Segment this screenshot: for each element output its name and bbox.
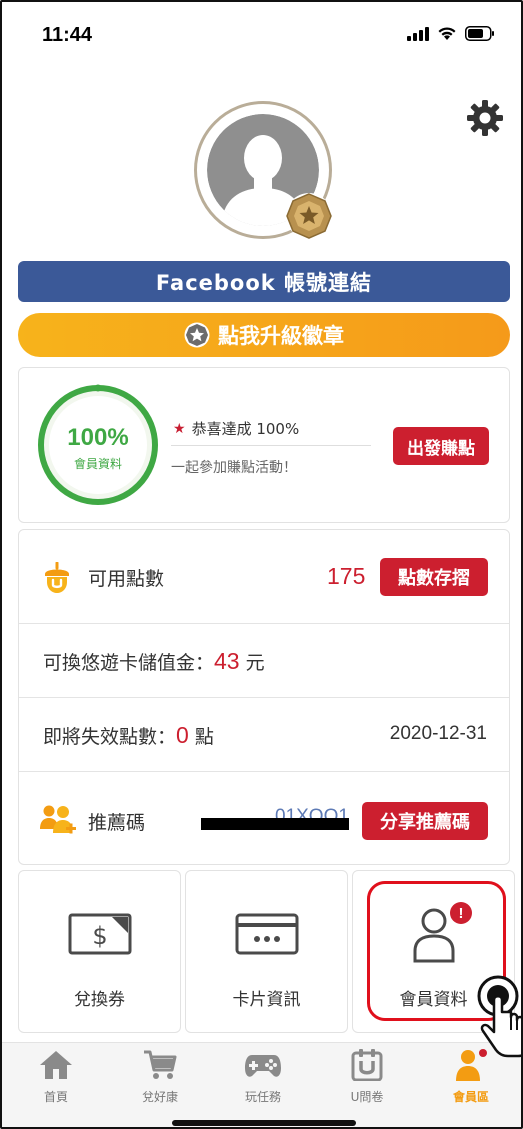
voucher-icon: $	[68, 913, 131, 955]
settings-gear-icon[interactable]	[466, 99, 504, 137]
referral-row: 推薦碼 01XQQ1 分享推薦碼	[19, 772, 509, 866]
points-passbook-button[interactable]: 點數存摺	[380, 558, 488, 596]
facebook-link-button[interactable]: Facebook 帳號連結	[18, 261, 510, 302]
badge-star-icon	[184, 322, 210, 348]
available-points-row: 可用點數 175 點數存摺	[19, 530, 509, 624]
tab-home-label: 首頁	[43, 1090, 68, 1104]
tab-redeem[interactable]: 兌好康	[110, 1049, 210, 1113]
exchange-suffix: 元	[239, 652, 265, 674]
add-user-group-icon	[40, 805, 76, 834]
voucher-label: 兌換券	[74, 990, 125, 1010]
tab-missions-label: 玩任務	[244, 1090, 281, 1104]
expiring-text: 即將失效點數：0 點	[43, 722, 214, 749]
exchange-text: 可換悠遊卡儲值金：43 元	[43, 648, 265, 675]
congrats-text: 恭喜達成 100%	[191, 420, 300, 438]
redaction-bar	[201, 818, 349, 830]
expire-value: 0	[176, 722, 189, 748]
card-info-label: 卡片資訊	[232, 990, 301, 1010]
wifi-icon	[438, 27, 456, 40]
join-activity-text: 一起參加賺點活動！	[171, 460, 297, 476]
svg-text:$: $	[92, 922, 107, 950]
tab-home[interactable]: 首頁	[6, 1049, 106, 1113]
bottom-tab-bar: 首頁 兌好康 玩任務 U問卷 會員區	[2, 1042, 521, 1127]
star-icon: ★	[173, 420, 186, 437]
expire-date: 2020-12-31	[389, 723, 487, 744]
congrats-message: ★ 恭喜達成 100%	[173, 418, 299, 439]
exchange-value: 43	[214, 648, 240, 674]
tab-survey-label: U問卷	[350, 1090, 384, 1104]
referral-code-label: 推薦碼	[88, 812, 146, 834]
cart-icon	[144, 1050, 177, 1079]
divider	[171, 445, 371, 446]
upgrade-badge-label: 點我升級徽章	[218, 324, 344, 348]
status-bar: 11:44	[2, 2, 521, 68]
tile-voucher[interactable]: $ 兌換券	[18, 870, 181, 1033]
signal-icon	[407, 26, 429, 41]
upgrade-badge-button[interactable]: 點我升級徽章	[18, 313, 510, 357]
tab-member-area[interactable]: 會員區	[421, 1049, 521, 1113]
home-indicator	[172, 1120, 356, 1126]
tab-missions[interactable]: 玩任務	[213, 1049, 313, 1113]
points-card: 可用點數 175 點數存摺 可換悠遊卡儲值金：43 元 即將失效點數：0 點 2…	[18, 529, 510, 865]
tab-survey[interactable]: U問卷	[317, 1049, 417, 1113]
survey-icon	[351, 1049, 383, 1081]
completion-percent: 100%	[67, 424, 129, 451]
home-icon	[40, 1051, 72, 1079]
profile-completion-card: 100% 會員資料 ★ 恭喜達成 100% 一起參加賺點活動！ 出發賺點	[18, 367, 510, 523]
tap-hand-cursor-icon	[477, 975, 521, 1058]
available-points-value: 175	[327, 563, 366, 589]
tab-member-area-label: 會員區	[452, 1090, 489, 1104]
status-icons	[407, 26, 495, 41]
bronze-star-badge-icon	[286, 193, 332, 239]
gamepad-icon	[245, 1055, 281, 1077]
share-referral-button[interactable]: 分享推薦碼	[362, 802, 488, 840]
card-icon	[235, 913, 298, 955]
expiring-points-row: 即將失效點數：0 點 2020-12-31	[19, 698, 509, 772]
available-points-label: 可用點數	[88, 568, 165, 590]
battery-icon	[465, 26, 494, 41]
expire-prefix: 即將失效點數：	[43, 726, 177, 748]
exchange-prefix: 可換悠遊卡儲值金：	[43, 652, 215, 674]
tile-card-info[interactable]: 卡片資訊	[185, 870, 348, 1033]
earn-points-button[interactable]: 出發賺點	[393, 427, 489, 465]
app-screen: 11:44 Facebook 帳號連結 點我升級徽章 100% 會員資料 ★ 恭…	[0, 0, 523, 1129]
acorn-icon	[45, 562, 69, 593]
easycard-exchange-row: 可換悠遊卡儲值金：43 元	[19, 624, 509, 698]
completion-label: 會員資料	[73, 457, 122, 471]
expire-suffix: 點	[188, 726, 214, 748]
status-time: 11:44	[42, 24, 93, 46]
tab-redeem-label: 兌好康	[141, 1090, 178, 1104]
